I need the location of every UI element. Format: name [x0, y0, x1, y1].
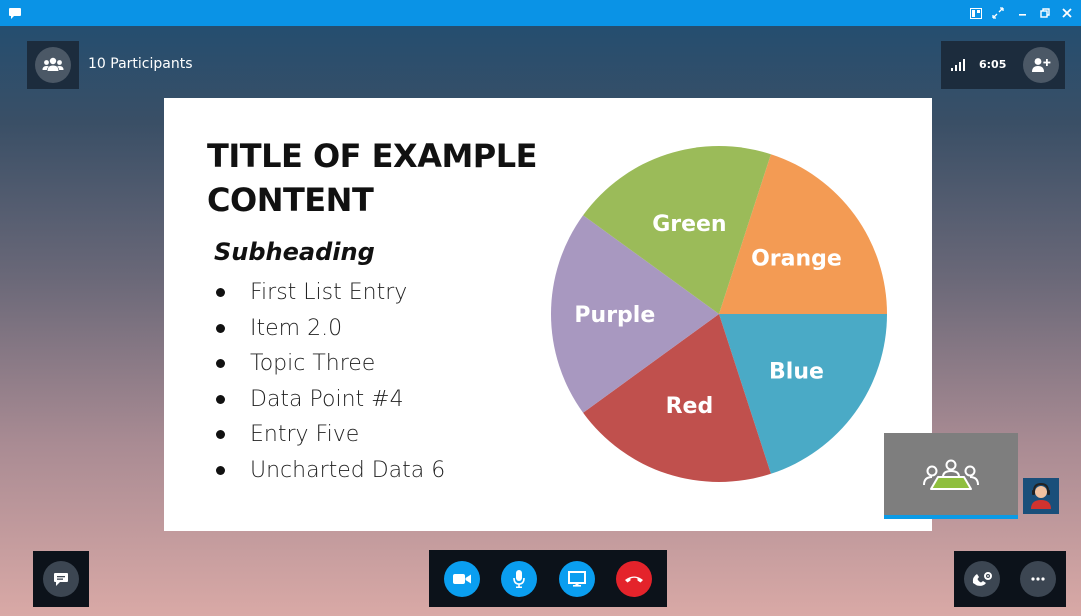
pie-label-orange: Orange	[751, 247, 842, 272]
shared-slide: TITLE OF EXAMPLE CONTENT Subheading Firs…	[164, 98, 932, 531]
list-item: Entry Five	[214, 417, 445, 453]
bullet-icon	[216, 359, 225, 368]
phone-hangup-icon	[625, 576, 644, 582]
avatar-headset-icon	[1031, 482, 1051, 509]
list-item-text: Topic Three	[250, 351, 376, 376]
meeting-group-icon	[923, 459, 979, 490]
chat-button[interactable]	[33, 551, 89, 607]
list-item: Item 2.0	[214, 311, 445, 347]
add-person-icon	[1032, 58, 1051, 72]
list-item-text: Entry Five	[250, 422, 360, 447]
fullscreen-icon[interactable]	[990, 4, 1006, 22]
bullet-icon	[216, 430, 225, 439]
microphone-icon	[513, 569, 526, 588]
chat-circle[interactable]	[43, 561, 79, 597]
close-icon[interactable]	[1060, 4, 1074, 22]
pie-chart: Orange Blue Red Purple Green	[551, 146, 887, 482]
pie-label-green: Green	[652, 212, 726, 237]
bullet-icon	[216, 323, 225, 333]
snap-layout-icon[interactable]	[968, 4, 984, 22]
participants-count-label: 10 Participants	[88, 56, 193, 72]
people-icon	[42, 57, 64, 71]
bullet-icon	[216, 394, 225, 404]
share-screen-button[interactable]	[558, 560, 595, 597]
phone-settings-icon	[972, 572, 992, 586]
list-item-text: First List Entry	[250, 280, 408, 305]
list-item-text: Item 2.0	[250, 315, 343, 341]
list-item-text: Uncharted Data 6	[250, 457, 446, 483]
mic-button[interactable]	[501, 560, 538, 597]
video-button[interactable]	[443, 560, 480, 597]
list-item: Data Point #4	[214, 382, 445, 418]
app-chat-icon	[9, 8, 21, 19]
list-item: Uncharted Data 6	[214, 453, 445, 489]
chat-bubble-icon	[54, 572, 68, 586]
video-camera-icon	[452, 573, 471, 584]
participants-button[interactable]	[27, 41, 79, 89]
slide-subheading: Subheading	[214, 238, 375, 266]
list-item: First List Entry	[214, 275, 445, 311]
extra-controls	[954, 551, 1066, 607]
self-video-tile[interactable]	[884, 433, 1018, 519]
call-timer: 6:05	[979, 58, 1007, 71]
restore-icon[interactable]	[1038, 4, 1052, 22]
call-status-panel: 6:05	[941, 41, 1065, 89]
pie-label-purple: Purple	[574, 303, 655, 328]
signal-bars-icon	[951, 59, 965, 71]
slide-bullet-list: First List Entry Item 2.0 Topic Three Da…	[214, 275, 445, 488]
list-item: Topic Three	[214, 346, 445, 382]
user-avatar[interactable]	[1023, 478, 1059, 514]
list-item-text: Data Point #4	[250, 386, 404, 412]
slide-title: TITLE OF EXAMPLE CONTENT	[207, 137, 538, 219]
monitor-icon	[567, 570, 586, 587]
pie-label-blue: Blue	[769, 359, 824, 384]
more-icon	[1031, 577, 1045, 581]
add-participant-button[interactable]	[1023, 47, 1059, 83]
pie-label-red: Red	[666, 394, 714, 419]
more-options-button[interactable]	[1020, 561, 1056, 597]
bullet-icon	[216, 465, 225, 475]
call-controls-button[interactable]	[964, 561, 1000, 597]
title-bar	[0, 0, 1081, 26]
call-controls	[429, 550, 667, 607]
active-indicator	[884, 515, 1018, 519]
hangup-button[interactable]	[616, 560, 653, 597]
minimize-icon[interactable]	[1016, 4, 1030, 22]
participants-circle[interactable]	[35, 47, 71, 83]
bullet-icon	[216, 288, 225, 297]
